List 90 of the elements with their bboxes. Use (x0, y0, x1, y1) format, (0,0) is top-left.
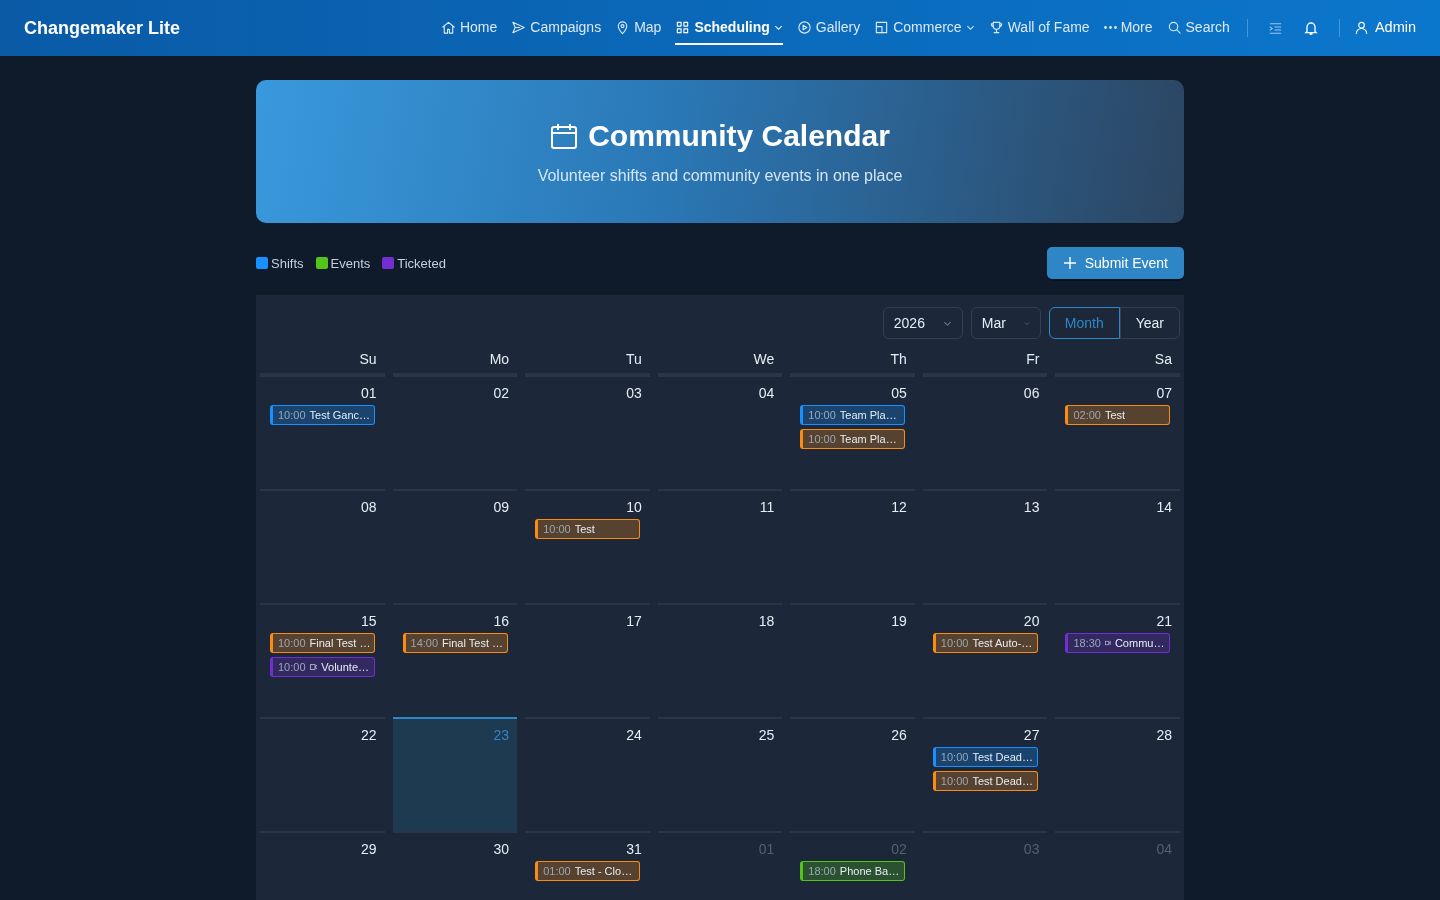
event-chip[interactable]: 10:00 Test Dead… (932, 771, 1038, 791)
day-number: 20 (1022, 613, 1040, 629)
weekday-header: We (657, 351, 783, 375)
weekday-header: Sa (1055, 351, 1180, 375)
user-menu[interactable]: Admin (1353, 11, 1416, 45)
weekday-header: Tu (525, 351, 650, 375)
day-number: 19 (890, 613, 907, 629)
day-number: 16 (492, 613, 510, 629)
day-number: 10 (625, 499, 642, 515)
year-select[interactable]: 2026 (882, 307, 963, 339)
event-chip[interactable]: 10:00 Team Pla… (800, 405, 906, 425)
weekday-header: Th (790, 351, 915, 375)
more-icon (1103, 25, 1117, 29)
day-number: 04 (757, 385, 775, 401)
day-number: 08 (360, 499, 377, 515)
calendar-icon (550, 121, 579, 150)
day-number: 31 (625, 841, 642, 857)
day-number: 24 (625, 727, 642, 743)
nav-link[interactable]: Gallery (796, 11, 861, 45)
day-number: 27 (1022, 727, 1040, 743)
day-number: 01 (360, 385, 377, 401)
page-subtitle: Volunteer shifts and community events in one place (537, 166, 903, 185)
view-tab[interactable]: Month (1048, 307, 1120, 339)
event-chip[interactable]: 10:00 Team Pla… (800, 429, 906, 449)
event-chip[interactable]: 10:00 Test Ganc… (270, 405, 375, 425)
event-chip[interactable]: 18:00 Phone Ba… (800, 861, 906, 881)
day-number: 07 (1155, 385, 1172, 401)
nav-link[interactable]: Commerce (874, 11, 975, 45)
day-number: 22 (360, 727, 377, 743)
play-icon (796, 19, 812, 35)
weekday-header: Su (260, 351, 385, 375)
day-number: 01 (757, 841, 775, 857)
day-number: 12 (890, 499, 907, 515)
search-icon (1166, 19, 1182, 35)
event-chip[interactable]: 02:00 Test (1065, 405, 1171, 425)
day-number: 17 (625, 613, 642, 629)
day-number: 09 (492, 499, 510, 515)
day-number: 14 (1155, 499, 1172, 515)
day-number: 11 (758, 499, 775, 515)
nav-link[interactable]: Search (1166, 11, 1230, 45)
nav-link[interactable]: Home (440, 11, 498, 45)
weekday-header: Mo (392, 351, 518, 375)
legend-label: Events (330, 255, 371, 271)
day-number: 30 (492, 841, 510, 857)
day-number: 18 (757, 613, 775, 629)
day-number: 25 (757, 727, 775, 743)
panel-icon (874, 19, 890, 35)
day-number: 21 (1155, 613, 1172, 629)
month-select[interactable]: Mar (970, 307, 1041, 339)
day-number: 23 (492, 727, 510, 743)
event-chip[interactable]: 18:30 Commu… (1065, 633, 1171, 653)
nav-link[interactable]: More (1103, 11, 1153, 45)
plus-icon (1062, 256, 1077, 270)
event-chip[interactable]: 10:00 Volunte… (270, 657, 375, 677)
trophy-icon (988, 19, 1004, 35)
day-number: 03 (625, 385, 642, 401)
day-number: 28 (1155, 727, 1172, 743)
submit-event-button[interactable]: Submit Event (1046, 247, 1184, 279)
weekday-header: Fr (922, 351, 1048, 375)
nav-link[interactable]: Scheduling (675, 11, 783, 45)
legend-label: Shifts (271, 255, 304, 271)
legend-label: Ticketed (397, 255, 446, 271)
user-icon (1353, 19, 1369, 35)
day-number: 03 (1022, 841, 1040, 857)
event-chip[interactable]: 14:00 Final Test … (402, 633, 508, 653)
event-chip[interactable]: 01:00 Test - Clo… (535, 861, 641, 881)
day-number: 02 (890, 841, 907, 857)
event-chip[interactable]: 10:00 Final Test … (270, 633, 375, 653)
day-number: 04 (1155, 841, 1172, 857)
day-number: 26 (890, 727, 907, 743)
nav-link[interactable]: Wall of Fame (988, 11, 1090, 45)
nav-link[interactable]: Map (615, 11, 662, 45)
video-camera-icon (309, 663, 318, 671)
day-number: 15 (360, 613, 377, 629)
day-number: 05 (890, 385, 907, 401)
home-icon (440, 19, 456, 35)
view-tab[interactable]: Year (1119, 307, 1180, 339)
day-number: 06 (1022, 385, 1040, 401)
event-chip[interactable]: 10:00 Test Dead… (932, 747, 1038, 767)
grid-icon (675, 19, 691, 35)
day-number: 29 (360, 841, 377, 857)
day-number: 13 (1022, 499, 1040, 515)
nav-link[interactable]: Campaigns (511, 11, 602, 45)
page-title: Community Calendar (588, 118, 890, 153)
event-chip[interactable]: 10:00 Test (535, 519, 641, 539)
paper-plane-icon (511, 19, 527, 35)
day-number: 02 (492, 385, 510, 401)
app-title: Changemaker Lite (24, 17, 181, 39)
video-camera-icon (1104, 639, 1111, 647)
event-chip[interactable]: 10:00 Test Auto-… (932, 633, 1038, 653)
